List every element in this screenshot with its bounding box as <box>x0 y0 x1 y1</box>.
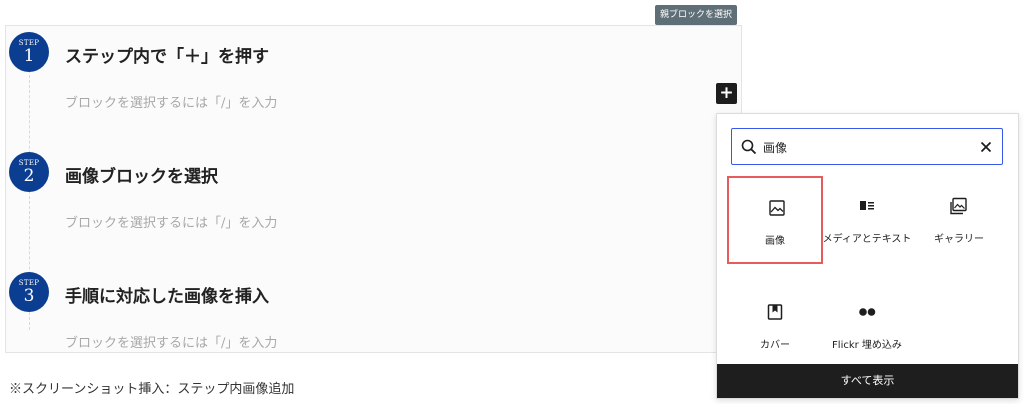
search-icon <box>741 139 757 155</box>
step-block[interactable]: STEP 1 ステップ内で「＋」を押す ブロックを選択するには「/」を入力 ST… <box>5 25 742 353</box>
step-content-placeholder[interactable]: ブロックを選択するには「/」を入力 <box>65 92 277 111</box>
flickr-icon <box>859 308 876 316</box>
block-option-label: メディアとテキスト <box>822 234 912 245</box>
image-icon <box>769 200 785 216</box>
gallery-icon <box>950 197 967 215</box>
step-title[interactable]: 画像ブロックを選択 <box>65 162 218 187</box>
block-option-media-text[interactable]: メディアとテキスト <box>819 176 915 264</box>
step-badge-number: 1 <box>23 46 35 66</box>
block-option-label: カバー <box>760 340 790 351</box>
block-option-image[interactable]: 画像 <box>727 176 823 264</box>
step-content-placeholder[interactable]: ブロックを選択するには「/」を入力 <box>65 332 277 351</box>
step-badge: STEP 3 <box>9 272 49 312</box>
block-option-cover[interactable]: カバー <box>727 282 823 370</box>
block-option-flickr[interactable]: Flickr 埋め込み <box>819 282 915 370</box>
media-text-icon <box>860 201 874 210</box>
step-title[interactable]: 手順に対応した画像を挿入 <box>65 282 269 307</box>
block-option-label: Flickr 埋め込み <box>832 340 902 351</box>
step-badge: STEP 1 <box>9 32 49 72</box>
step-badge: STEP 2 <box>9 152 49 192</box>
add-block-button[interactable]: + <box>716 83 737 104</box>
block-option-gallery[interactable]: ギャラリー <box>911 176 1007 264</box>
block-option-label: ギャラリー <box>934 234 984 245</box>
select-parent-block-button[interactable]: 親ブロックを選択 <box>655 5 738 25</box>
step-content-placeholder[interactable]: ブロックを選択するには「/」を入力 <box>65 212 277 231</box>
step-badge-number: 3 <box>23 286 35 306</box>
block-search-field[interactable] <box>731 128 1003 165</box>
step-badge-number: 2 <box>23 166 35 186</box>
block-option-label: 画像 <box>765 236 785 247</box>
block-inserter-popover: 画像 メディアとテキスト ギャラリー カバー Flickr 埋め込み <box>716 113 1019 399</box>
step-title[interactable]: ステップ内で「＋」を押す <box>65 42 269 67</box>
caption-text: ※スクリーンショット挿入：ステップ内画像追加 <box>9 382 295 397</box>
cover-icon <box>767 304 783 320</box>
show-all-blocks-button[interactable]: すべて表示 <box>717 364 1018 398</box>
block-search-input[interactable] <box>763 137 963 157</box>
close-icon[interactable] <box>978 139 994 155</box>
